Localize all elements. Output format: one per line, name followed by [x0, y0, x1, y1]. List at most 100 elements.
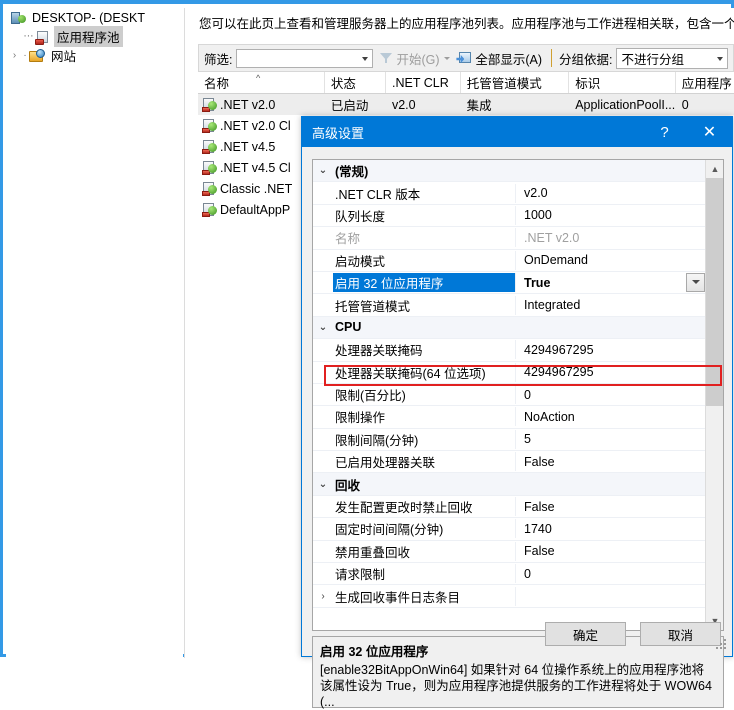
property-row-regular-time-interval[interactable]: 固定时间间隔(分钟) 1740	[313, 518, 705, 540]
property-row-affinity-enabled[interactable]: 已启用处理器关联 False	[313, 451, 705, 473]
filter-toolbar: 筛选: 开始(G) 全部显示(A) 分组依据: 不进行分组	[198, 44, 734, 72]
property-value[interactable]: NoAction	[516, 410, 705, 424]
tree-item-server[interactable]: DESKTOP- (DESKT	[6, 8, 183, 27]
app-pool-icon	[202, 181, 217, 196]
property-category-cpu[interactable]: ⌄ CPU	[313, 317, 705, 339]
tree-item-web-sites-label: 网站	[48, 45, 79, 66]
table-row[interactable]: .NET v2.0 已启动 v2.0 集成 ApplicationPoolI..…	[198, 94, 734, 115]
tree-item-application-pools[interactable]: ⋯ 应用程序池	[6, 27, 183, 46]
property-grid-scrollbar[interactable]: ▲ ▼	[705, 160, 723, 630]
property-value[interactable]: False	[516, 500, 705, 514]
cancel-button[interactable]: 取消	[640, 622, 721, 646]
page-description: 您可以在此页上查看和管理服务器上的应用程序池列表。应用程序池与工作进程相关联，包…	[199, 16, 734, 32]
start-filter-button[interactable]: 开始(G)	[376, 47, 441, 69]
chevron-right-icon[interactable]: ›	[8, 49, 21, 62]
column-header-name[interactable]: 名称 ^	[198, 72, 325, 93]
close-icon[interactable]: ✕	[687, 117, 732, 147]
property-grid: ⌄ (常规) .NET CLR 版本 v2.0 队列长度 1000 名称 .NE	[312, 159, 724, 631]
property-value[interactable]: 1740	[516, 522, 705, 536]
column-header-clr[interactable]: .NET CLR	[386, 72, 461, 93]
group-by-select[interactable]: 不进行分组	[616, 48, 728, 69]
scrollbar-thumb[interactable]	[706, 178, 723, 406]
dialog-title: 高级设置	[312, 123, 364, 142]
property-value[interactable]: 5	[516, 432, 705, 446]
app-pool-list-header: 名称 ^ 状态 .NET CLR 托管管道模式 标识 应用程序	[198, 72, 734, 94]
property-value[interactable]: False	[516, 544, 705, 558]
property-row-affinity-mask[interactable]: 处理器关联掩码 4294967295	[313, 339, 705, 361]
property-name: 名称	[333, 228, 516, 247]
cell-status: 已启动	[325, 95, 386, 114]
chevron-down-icon[interactable]: ⌄	[313, 479, 333, 490]
show-all-button[interactable]: 全部显示(A)	[454, 47, 544, 69]
cell-name-label: .NET v2.0	[220, 98, 275, 112]
cell-name-label: .NET v4.5	[220, 140, 275, 154]
property-name: 禁用重叠回收	[333, 542, 516, 561]
property-row-enable-32bit[interactable]: 启用 32 位应用程序 True	[313, 272, 705, 294]
property-row-clr-version[interactable]: .NET CLR 版本 v2.0	[313, 182, 705, 204]
column-header-identity[interactable]: 标识	[569, 72, 676, 93]
scroll-up-icon[interactable]: ▲	[706, 160, 724, 178]
app-pool-icon	[202, 160, 217, 175]
property-value[interactable]: Integrated	[516, 298, 705, 312]
property-value[interactable]: False	[516, 455, 705, 469]
property-row-request-limit[interactable]: 请求限制 0	[313, 563, 705, 585]
property-name: 已启用处理器关联	[333, 452, 516, 471]
dialog-button-bar: 确定 取消	[302, 622, 734, 646]
iis-manager-window: DESKTOP- (DESKT ⋯ 应用程序池 › · 网站 您可以在此页上查看…	[0, 0, 734, 657]
sort-ascending-icon: ^	[256, 73, 260, 83]
chevron-down-icon[interactable]	[358, 50, 372, 67]
property-name: 请求限制	[333, 564, 516, 583]
property-category-general[interactable]: ⌄ (常规)	[313, 160, 705, 182]
advanced-settings-dialog: 高级设置 ? ✕ ⌄ (常规) .NET CLR 版本 v2.0	[301, 116, 733, 657]
property-value[interactable]: 1000	[516, 208, 705, 222]
property-row-pipeline-mode[interactable]: 托管管道模式 Integrated	[313, 294, 705, 316]
property-name: 固定时间间隔(分钟)	[333, 519, 516, 538]
show-all-label: 全部显示(A)	[475, 49, 542, 68]
property-row-name[interactable]: 名称 .NET v2.0	[313, 227, 705, 249]
cell-applications: 0	[676, 98, 734, 112]
chevron-down-icon[interactable]	[713, 50, 727, 67]
column-header-status[interactable]: 状态	[325, 72, 386, 93]
property-category-cpu-label: CPU	[333, 320, 515, 334]
chevron-down-icon[interactable]: ⌄	[313, 165, 333, 176]
property-value[interactable]: 0	[516, 388, 705, 402]
property-grid-rows: ⌄ (常规) .NET CLR 版本 v2.0 队列长度 1000 名称 .NE	[313, 160, 705, 630]
property-value[interactable]: OnDemand	[516, 253, 705, 267]
chevron-down-icon[interactable]: ⌄	[313, 322, 333, 333]
property-row-disallow-rotation-on-config-change[interactable]: 发生配置更改时禁止回收 False	[313, 496, 705, 518]
property-name: 处理器关联掩码(64 位选项)	[333, 363, 516, 382]
server-icon	[10, 10, 26, 26]
property-value[interactable]: 4294967295	[516, 365, 705, 379]
filter-input[interactable]	[237, 50, 358, 67]
column-header-applications[interactable]: 应用程序	[676, 72, 734, 93]
column-header-pipeline-mode[interactable]: 托管管道模式	[461, 72, 570, 93]
property-category-recycling-label: 回收	[333, 475, 515, 494]
property-row-queue-length[interactable]: 队列长度 1000	[313, 205, 705, 227]
property-value[interactable]: 4294967295	[516, 343, 705, 357]
toolbar-separator	[551, 49, 552, 67]
tree-item-web-sites[interactable]: › · 网站	[6, 46, 183, 65]
property-value[interactable]: 0	[516, 567, 705, 581]
property-row-disallow-overlapping-rotation[interactable]: 禁用重叠回收 False	[313, 541, 705, 563]
ok-button[interactable]: 确定	[545, 622, 626, 646]
property-row-limit-interval[interactable]: 限制间隔(分钟) 5	[313, 429, 705, 451]
property-row-limit-percent[interactable]: 限制(百分比) 0	[313, 384, 705, 406]
column-header-pipeline-mode-label: 托管管道模式	[467, 73, 542, 92]
property-row-limit-action[interactable]: 限制操作 NoAction	[313, 406, 705, 428]
app-pool-icon	[202, 139, 217, 154]
dialog-titlebar[interactable]: 高级设置 ? ✕	[302, 117, 732, 147]
property-row-start-mode[interactable]: 启动模式 OnDemand	[313, 250, 705, 272]
filter-input-wrapper[interactable]	[236, 49, 373, 68]
property-row-affinity-mask-64[interactable]: 处理器关联掩码(64 位选项) 4294967295	[313, 362, 705, 384]
property-value[interactable]: True	[516, 276, 705, 290]
resize-grip[interactable]	[714, 637, 726, 649]
property-value[interactable]: v2.0	[516, 186, 705, 200]
help-icon[interactable]: ?	[642, 117, 687, 147]
property-name: 托管管道模式	[333, 296, 516, 315]
tree-dot-connector: ⋯	[22, 30, 35, 43]
start-filter-chevron-down-icon[interactable]	[442, 50, 452, 66]
property-value-dropdown-button[interactable]	[686, 273, 705, 292]
property-row-generate-recycle-event-log-entry[interactable]: › 生成回收事件日志条目	[313, 585, 705, 607]
chevron-right-icon[interactable]: ›	[313, 591, 333, 602]
property-category-recycling[interactable]: ⌄ 回收	[313, 473, 705, 495]
